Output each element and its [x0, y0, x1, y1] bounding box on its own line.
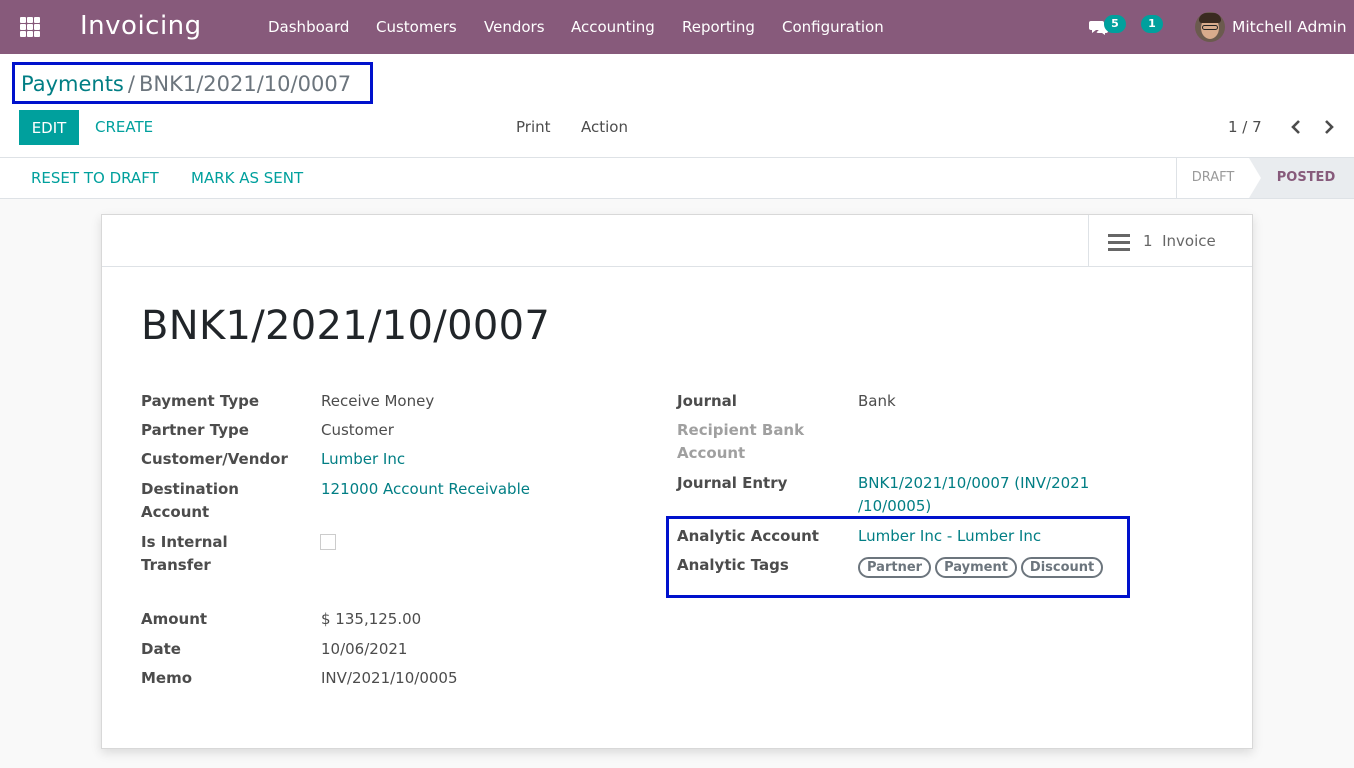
- list-icon: [1108, 234, 1130, 252]
- edit-button[interactable]: EDIT: [19, 110, 79, 145]
- journal-entry-link[interactable]: BNK1/2021/10/0007 (INV/2021/10/0005): [858, 472, 1089, 518]
- pager-value[interactable]: 1 / 7: [1228, 110, 1262, 145]
- invoice-count: 1 Invoice: [1143, 232, 1216, 250]
- analytic-account-label: Analytic Account: [677, 527, 819, 545]
- amount-value: $ 135,125.00: [321, 610, 422, 628]
- user-avatar[interactable]: [1195, 12, 1225, 42]
- journal-label: Journal: [677, 392, 737, 410]
- payment-type-label: Payment Type: [141, 392, 260, 410]
- invoice-smart-button[interactable]: 1 Invoice: [1088, 215, 1252, 266]
- internal-transfer-checkbox: [320, 534, 336, 550]
- mark-as-sent-button[interactable]: MARK AS SENT: [191, 158, 303, 198]
- date-value: 10/06/2021: [321, 640, 408, 658]
- menu-vendors[interactable]: Vendors: [484, 0, 545, 54]
- analytic-tags-list: Partner Payment Discount: [858, 555, 1107, 578]
- status-bar: RESET TO DRAFT MARK AS SENT DRAFT POSTED: [0, 158, 1354, 199]
- partner-type-label: Partner Type: [141, 421, 249, 439]
- breadcrumb-current: BNK1/2021/10/0007: [138, 72, 352, 96]
- payment-type-value: Receive Money: [321, 392, 435, 410]
- menu-configuration[interactable]: Configuration: [782, 0, 884, 54]
- breadcrumb-separator: /: [127, 72, 135, 96]
- stage-draft[interactable]: DRAFT: [1177, 158, 1249, 198]
- destination-account-link[interactable]: 121000 Account Receivable: [321, 478, 530, 501]
- user-menu-name[interactable]: Mitchell Admin: [1232, 0, 1347, 54]
- breadcrumb: Payments / BNK1/2021/10/0007: [12, 62, 373, 104]
- reset-to-draft-button[interactable]: RESET TO DRAFT: [31, 158, 159, 198]
- tag-payment[interactable]: Payment: [935, 557, 1017, 578]
- internal-transfer-label: Is Internal Transfer: [141, 533, 228, 574]
- apps-menu-icon[interactable]: [20, 17, 40, 37]
- top-navbar: Invoicing Dashboard Customers Vendors Ac…: [0, 0, 1354, 54]
- action-button[interactable]: Action: [581, 110, 628, 145]
- control-panel: Payments / BNK1/2021/10/0007 EDIT CREATE P…: [0, 54, 1354, 158]
- tag-partner[interactable]: Partner: [858, 557, 932, 578]
- menu-dashboard[interactable]: Dashboard: [268, 0, 349, 54]
- activities-badge[interactable]: 1: [1141, 15, 1163, 33]
- app-name: Invoicing: [80, 11, 202, 41]
- create-button[interactable]: CREATE: [95, 110, 153, 145]
- customer-vendor-link[interactable]: Lumber Inc: [321, 448, 405, 471]
- memo-value: INV/2021/10/0005: [321, 669, 458, 687]
- smart-button-box: 1 Invoice: [102, 215, 1252, 267]
- journal-value: Bank: [858, 392, 896, 410]
- chevron-right-icon[interactable]: [1319, 117, 1339, 137]
- menu-accounting[interactable]: Accounting: [571, 0, 655, 54]
- analytic-account-link[interactable]: Lumber Inc - Lumber Inc: [858, 525, 1041, 548]
- tag-discount[interactable]: Discount: [1020, 557, 1104, 578]
- amount-label: Amount: [141, 610, 208, 628]
- status-stages: DRAFT POSTED: [1176, 158, 1354, 198]
- messages-badge: 5: [1104, 15, 1126, 33]
- recipient-bank-account-label: Recipient Bank Account: [677, 421, 805, 462]
- menu-customers[interactable]: Customers: [376, 0, 457, 54]
- memo-label: Memo: [141, 669, 193, 687]
- stage-posted: POSTED: [1249, 158, 1354, 198]
- form-sheet: 1 Invoice BNK1/2021/10/0007 Payment Type…: [101, 214, 1253, 749]
- print-button[interactable]: Print: [516, 110, 551, 145]
- destination-account-label: Destination Account: [141, 480, 239, 521]
- chevron-left-icon[interactable]: [1286, 117, 1306, 137]
- analytic-tags-label: Analytic Tags: [677, 556, 789, 574]
- customer-vendor-label: Customer/Vendor: [141, 450, 288, 468]
- journal-entry-label: Journal Entry: [677, 474, 788, 492]
- record-title: BNK1/2021/10/0007: [141, 303, 551, 349]
- date-label: Date: [141, 640, 181, 658]
- menu-reporting[interactable]: Reporting: [682, 0, 755, 54]
- breadcrumb-payments-link[interactable]: Payments: [21, 72, 124, 96]
- partner-type-value: Customer: [321, 421, 394, 439]
